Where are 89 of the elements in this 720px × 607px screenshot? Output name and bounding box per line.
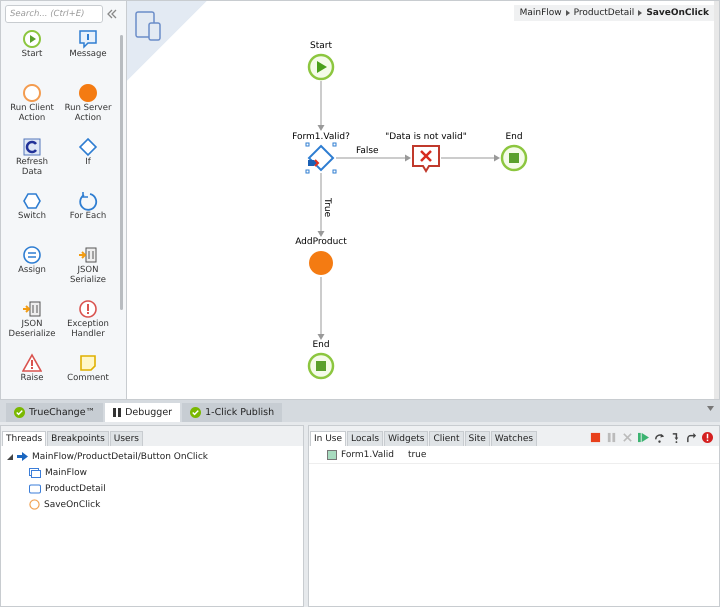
tool-label[interactable]: Comment xyxy=(67,374,109,384)
tool-label[interactable]: For Each xyxy=(70,212,106,222)
panel-tab[interactable]: Client xyxy=(429,431,464,446)
panel-tab[interactable]: 1-Click Publish xyxy=(182,403,282,422)
tool-label[interactable]: JSON Deserialize xyxy=(5,320,59,340)
diamond-icon xyxy=(78,137,98,157)
server-action-node[interactable] xyxy=(309,251,333,275)
connector-arrow xyxy=(318,172,324,237)
start-node[interactable] xyxy=(308,54,334,80)
step-out-icon[interactable] xyxy=(686,432,697,442)
bracket-arrow-icon xyxy=(78,245,98,265)
circle-icon xyxy=(29,499,40,510)
end-node[interactable] xyxy=(500,144,528,172)
loop-icon xyxy=(78,191,98,211)
screen-icon xyxy=(29,484,41,494)
collapse-icon[interactable] xyxy=(106,8,118,20)
tool-label[interactable]: If xyxy=(85,158,91,168)
variable-name: Form1.Valid xyxy=(341,450,394,460)
breadcrumb-link[interactable]: MainFlow xyxy=(520,8,562,18)
step-over-icon[interactable] xyxy=(654,432,665,442)
circle-icon xyxy=(78,83,98,103)
variable-icon xyxy=(327,450,337,460)
tool-label[interactable]: JSON Serialize xyxy=(61,266,115,286)
tool-label[interactable]: Raise xyxy=(20,374,44,384)
end-node[interactable] xyxy=(308,352,334,380)
bracket-arrow-icon xyxy=(22,299,42,319)
node-label: End xyxy=(312,340,330,350)
refresh-icon xyxy=(22,137,42,157)
warning-icon xyxy=(22,353,42,373)
tool-label[interactable]: Start xyxy=(22,50,42,60)
step-into-icon[interactable] xyxy=(670,432,681,442)
arrow-icon xyxy=(17,452,28,461)
breadcrumb-link[interactable]: ProductDetail xyxy=(574,8,634,18)
tool-label[interactable]: Refresh Data xyxy=(5,158,59,178)
tool-label[interactable]: Assign xyxy=(18,266,46,276)
separator-icon xyxy=(566,10,570,16)
search-field[interactable]: Search... (Ctrl+E) xyxy=(5,5,103,23)
node-label: Form1.Valid? xyxy=(292,132,350,142)
panel-tab[interactable]: Users xyxy=(110,431,143,446)
tool-label[interactable]: Message xyxy=(69,50,107,60)
dropdown-icon[interactable] xyxy=(707,406,714,411)
tool-label[interactable]: Exception Handler xyxy=(61,320,115,340)
connector-arrow xyxy=(318,80,324,131)
windows-icon xyxy=(29,468,41,478)
expand-icon[interactable] xyxy=(7,454,13,460)
current-step-icon xyxy=(308,159,320,167)
panel-tab[interactable]: Site xyxy=(464,431,490,446)
tool-label[interactable]: Run Client Action xyxy=(5,104,59,124)
devices-icon[interactable] xyxy=(135,11,161,41)
stop-icon[interactable] xyxy=(590,432,601,442)
breadcrumb-link[interactable]: SaveOnClick xyxy=(646,8,709,18)
tree-item[interactable]: SaveOnClick xyxy=(44,500,100,510)
node-label: End xyxy=(505,132,523,142)
panel-tab[interactable]: In Use xyxy=(310,431,346,446)
tree-item[interactable]: MainFlow/ProductDetail/Button OnClick xyxy=(32,452,208,462)
tool-label[interactable]: Switch xyxy=(18,212,46,222)
connector-arrow xyxy=(440,154,500,162)
play-icon[interactable] xyxy=(638,432,649,442)
pause-icon xyxy=(113,408,122,417)
separator-icon xyxy=(638,10,642,16)
panel-tab[interactable]: Locals xyxy=(347,431,384,446)
scrollbar[interactable] xyxy=(120,35,123,310)
node-label: "Data is not valid" xyxy=(385,132,467,142)
equals-circle-icon xyxy=(22,245,42,265)
panel-tab[interactable]: Widgets xyxy=(384,431,428,446)
hexagon-icon xyxy=(22,191,42,211)
variable-value: true xyxy=(408,450,426,460)
panel-tab[interactable]: Debugger xyxy=(105,403,180,422)
note-icon xyxy=(78,353,98,373)
panel-tab[interactable]: Watches xyxy=(490,431,538,446)
check-icon xyxy=(14,407,25,418)
panel-tab[interactable]: TrueChange™ xyxy=(6,403,104,422)
check-icon xyxy=(190,407,202,418)
exclamation-icon[interactable] xyxy=(702,432,713,442)
panel-tab[interactable]: Breakpoints xyxy=(47,431,109,446)
node-label: AddProduct xyxy=(295,237,347,247)
connector-arrow xyxy=(318,276,324,340)
edge-label: True xyxy=(322,198,332,218)
circle-icon xyxy=(22,83,42,103)
exclamation-circle-icon xyxy=(78,299,98,319)
play-icon xyxy=(22,29,42,49)
speech-bubble-icon xyxy=(78,29,98,49)
tree-item[interactable]: MainFlow xyxy=(45,468,88,478)
tool-label[interactable]: Run Server Action xyxy=(61,104,115,124)
edge-label: False xyxy=(356,146,379,156)
tree-item[interactable]: ProductDetail xyxy=(45,484,106,494)
panel-tab[interactable]: Threads xyxy=(2,431,46,446)
node-label: Start xyxy=(310,41,332,51)
message-node[interactable] xyxy=(412,145,440,173)
